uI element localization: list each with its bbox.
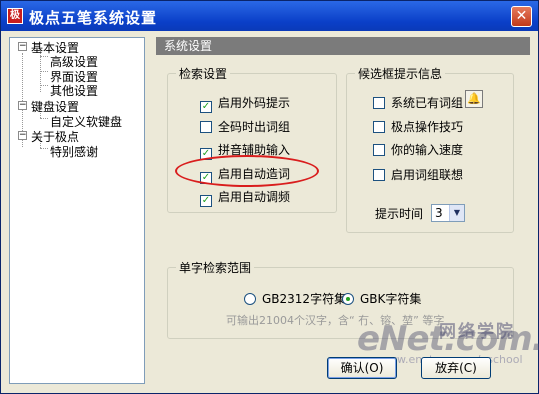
checkbox[interactable] — [373, 169, 385, 181]
confirm-button[interactable]: 确认(O) — [327, 357, 397, 379]
radio-button[interactable] — [342, 293, 354, 305]
option-operation-tips[interactable]: 极点操作技巧 — [373, 118, 463, 135]
settings-tree: − 基本设置 高级设置 界面设置 其他设置 − 键盘设置 自定义软键盘 − 关于… — [9, 37, 145, 384]
option-input-speed[interactable]: 你的输入速度 — [373, 141, 463, 158]
option-pinyin-assist[interactable]: ✓ 拼音辅助输入 — [200, 141, 290, 160]
tree-toggle-basic[interactable]: − — [18, 42, 27, 51]
cancel-button[interactable]: 放弃(C) — [421, 357, 491, 379]
single-char-title: 单字检索范围 — [176, 259, 255, 276]
tree-toggle-keyboard[interactable]: − — [18, 101, 27, 110]
search-settings-title: 检索设置 — [176, 65, 231, 82]
radio-button[interactable] — [244, 293, 256, 305]
option-show-code-hint[interactable]: ✓ 启用外码提示 — [200, 94, 290, 113]
tree-toggle-about[interactable]: − — [18, 131, 27, 140]
candidate-hint-group: 候选框提示信息 系统已有词组 🔔 极点操作技巧 你的输入速度 启用词组联想 提示… — [346, 65, 514, 233]
checkbox[interactable]: ✓ — [200, 101, 212, 113]
checkbox[interactable] — [200, 121, 212, 133]
search-settings-group: 检索设置 ✓ 启用外码提示 全码时出词组 ✓ 拼音辅助输入 ✓ 启用自动造词 ✓ 启用自… — [167, 65, 337, 213]
checkbox[interactable]: ✓ — [200, 195, 212, 207]
bell-icon[interactable]: 🔔 — [465, 90, 483, 108]
title-bar[interactable]: 极 极点五笔系统设置 ✕ — [1, 1, 538, 31]
option-system-phrase[interactable]: 系统已有词组 — [373, 94, 463, 111]
checkbox[interactable]: ✓ — [200, 148, 212, 160]
option-auto-create-word[interactable]: ✓ 启用自动造词 — [200, 165, 290, 184]
radio-gbk[interactable]: GBK字符集 — [342, 290, 421, 307]
chevron-down-icon[interactable]: ▼ — [449, 205, 464, 221]
tree-item-other-settings[interactable]: 其他设置 — [50, 82, 98, 99]
checkbox[interactable] — [373, 144, 385, 156]
checkbox[interactable] — [373, 121, 385, 133]
checkbox[interactable]: ✓ — [200, 172, 212, 184]
option-auto-frequency[interactable]: ✓ 启用自动调频 — [200, 188, 290, 207]
tree-item-special-thanks[interactable]: 特别感谢 — [50, 143, 98, 160]
checkbox[interactable] — [373, 97, 385, 109]
watermark-cn: 网络学院 — [439, 322, 515, 342]
panel-title: 系统设置 — [156, 37, 530, 55]
window-title: 极点五笔系统设置 — [29, 9, 158, 27]
option-full-code-phrase[interactable]: 全码时出词组 — [200, 118, 290, 135]
radio-gb2312[interactable]: GB2312字符集 — [244, 290, 346, 307]
option-phrase-association[interactable]: 启用词组联想 — [373, 166, 463, 183]
app-icon: 极 — [7, 8, 23, 24]
settings-window: 极 极点五笔系统设置 ✕ − 基本设置 高级设置 界面设置 其他设置 − 键盘设… — [0, 0, 539, 394]
candidate-hint-title: 候选框提示信息 — [355, 65, 446, 82]
close-button[interactable]: ✕ — [511, 6, 532, 27]
hint-time-label: 提示时间 — [375, 207, 424, 221]
hint-time-select[interactable]: 3 ▼ — [431, 204, 465, 222]
